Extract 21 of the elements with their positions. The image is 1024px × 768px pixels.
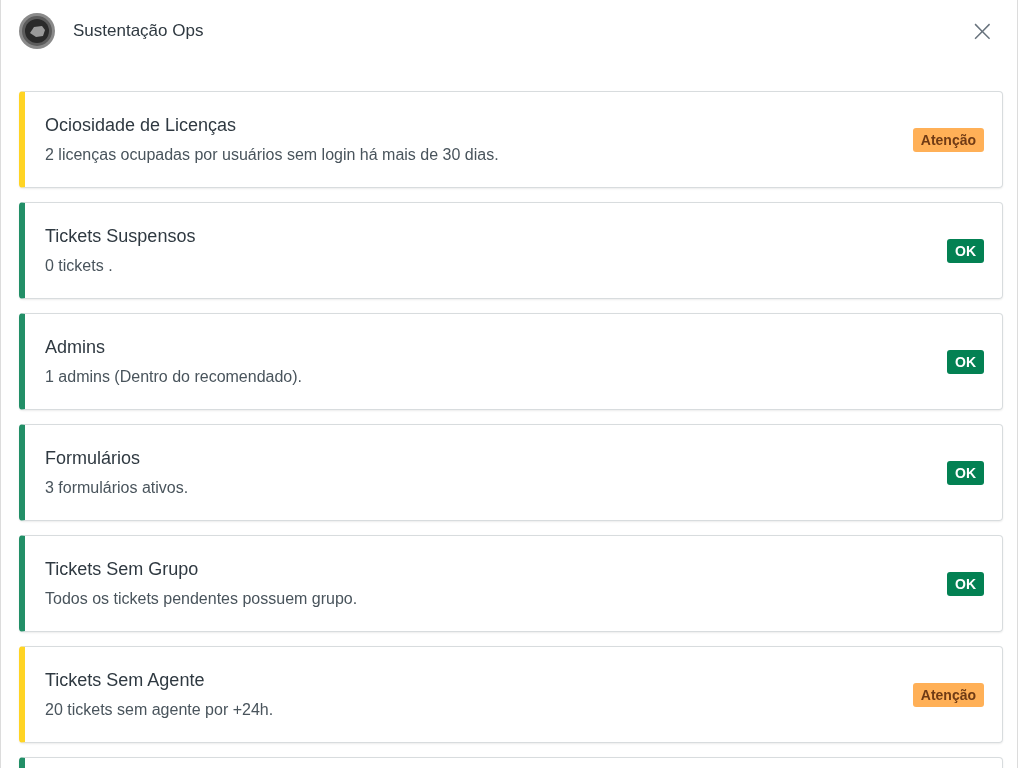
status-badge: OK [947, 571, 984, 596]
status-badge: OK [947, 460, 984, 485]
status-badge: Atenção [912, 127, 984, 152]
check-description: Todos os tickets pendentes possuem grupo. [45, 590, 359, 608]
check-description: 3 formulários ativos. [45, 479, 190, 497]
check-title: Formulários [45, 448, 142, 469]
status-badge: OK [947, 238, 984, 263]
check-description: 2 licenças ocupadas por usuários sem login há mais de 30 dias. [45, 146, 500, 164]
close-button[interactable]: × [963, 16, 1001, 46]
check-description: 0 tickets . [45, 257, 114, 275]
check-title: Ociosidade de Licenças [45, 115, 238, 136]
check-title: Admins [45, 337, 107, 358]
check-title: Tickets Suspensos [45, 226, 197, 247]
status-badge: Atenção [912, 682, 984, 707]
check-title: Tickets Sem Grupo [45, 559, 200, 580]
logo-icon [18, 12, 56, 50]
check-title: Tickets Sem Agente [45, 670, 206, 691]
app-title: Sustentação Ops [73, 21, 205, 41]
status-badge: OK [947, 349, 984, 374]
check-description: 1 admins (Dentro do recomendado). [45, 368, 304, 386]
check-description: 20 tickets sem agente por +24h. [45, 701, 275, 719]
